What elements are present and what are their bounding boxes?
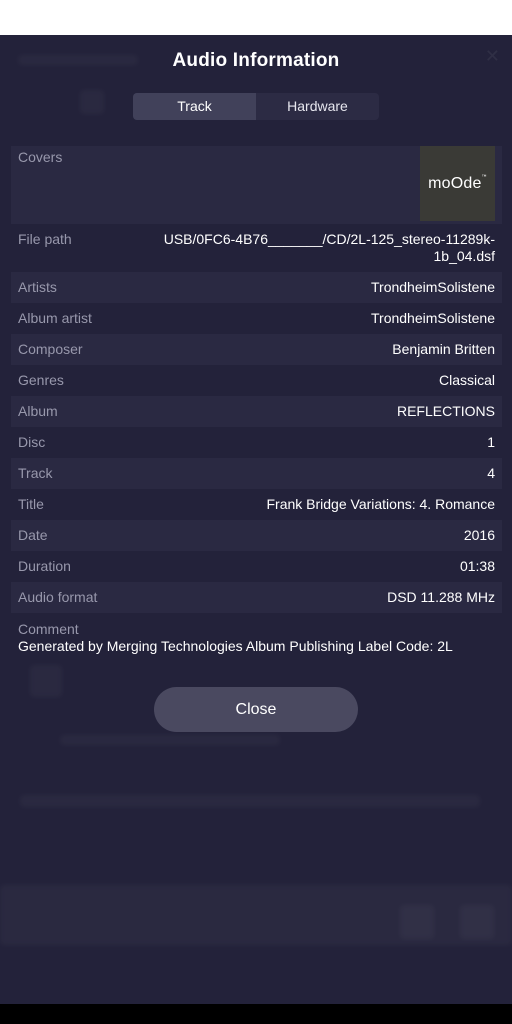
composer-label: Composer [18, 341, 83, 357]
row-disc: Disc 1 [11, 427, 502, 458]
cover-logo-mark: ™ [481, 174, 487, 180]
audio-info-modal: ✕ Audio Information Track Hardware Cover… [0, 35, 512, 1004]
background-blur [60, 735, 280, 745]
file-path-label: File path [18, 231, 72, 247]
background-blur [400, 905, 434, 939]
background-blur [30, 665, 62, 697]
row-covers: Covers moOde ™ [11, 146, 502, 224]
dialog-title: Audio Information [172, 50, 340, 71]
background-blur [20, 795, 480, 807]
album-label: Album [18, 403, 58, 419]
album-artist-label: Album artist [18, 310, 92, 326]
date-label: Date [18, 527, 48, 543]
cover-logo-text: moOde [428, 175, 482, 192]
comment-label: Comment [18, 621, 79, 637]
album-artist-value: TrondheimSolistene [371, 310, 495, 326]
row-title: Title Frank Bridge Variations: 4. Romanc… [11, 489, 502, 520]
date-value: 2016 [463, 527, 495, 543]
album-value: REFLECTIONS [396, 403, 495, 419]
duration-value: 01:38 [459, 558, 495, 574]
row-track: Track 4 [11, 458, 502, 489]
row-artists: Artists TrondheimSolistene [11, 272, 502, 303]
status-area [0, 0, 512, 35]
artists-label: Artists [18, 279, 57, 295]
navigation-bar [0, 1004, 512, 1024]
tab-bar: Track Hardware [133, 93, 379, 120]
audio-format-label: Audio format [18, 589, 98, 605]
row-file-path: File path USB/0FC6-4B76_______/CD/2L-125… [11, 224, 502, 272]
row-date: Date 2016 [11, 520, 502, 551]
title-value: Frank Bridge Variations: 4. Romance [266, 496, 495, 512]
background-blur [80, 90, 104, 114]
row-comment: Comment Generated by Merging Technologie… [11, 613, 502, 660]
disc-label: Disc [18, 434, 46, 450]
row-album: Album REFLECTIONS [11, 396, 502, 427]
genres-label: Genres [18, 372, 64, 388]
genres-value: Classical [438, 372, 495, 388]
tab-track[interactable]: Track [133, 93, 256, 120]
tab-hardware[interactable]: Hardware [256, 93, 379, 120]
row-genres: Genres Classical [11, 365, 502, 396]
track-label: Track [18, 465, 53, 481]
row-composer: Composer Benjamin Britten [11, 334, 502, 365]
cover-image: moOde ™ [420, 146, 495, 221]
row-audio-format: Audio format DSD 11.288 MHz [11, 582, 502, 613]
file-path-value: USB/0FC6-4B76_______/CD/2L-125_stereo-11… [163, 231, 495, 264]
audio-format-value: DSD 11.288 MHz [387, 589, 495, 605]
duration-label: Duration [18, 558, 71, 574]
covers-label: Covers [18, 149, 63, 165]
comment-value: Generated by Merging Technologies Album … [18, 638, 453, 654]
background-blur [460, 905, 494, 939]
artists-value: TrondheimSolistene [371, 279, 495, 295]
track-info-table: Covers moOde ™ File path USB/0FC6-4B76___… [11, 146, 502, 660]
close-button[interactable]: Close [154, 687, 358, 732]
background-blur [0, 885, 512, 945]
disc-value: 1 [487, 434, 495, 450]
track-value: 4 [487, 465, 495, 481]
row-duration: Duration 01:38 [11, 551, 502, 582]
composer-value: Benjamin Britten [392, 341, 495, 357]
row-album-artist: Album artist TrondheimSolistene [11, 303, 502, 334]
title-label: Title [18, 496, 44, 512]
